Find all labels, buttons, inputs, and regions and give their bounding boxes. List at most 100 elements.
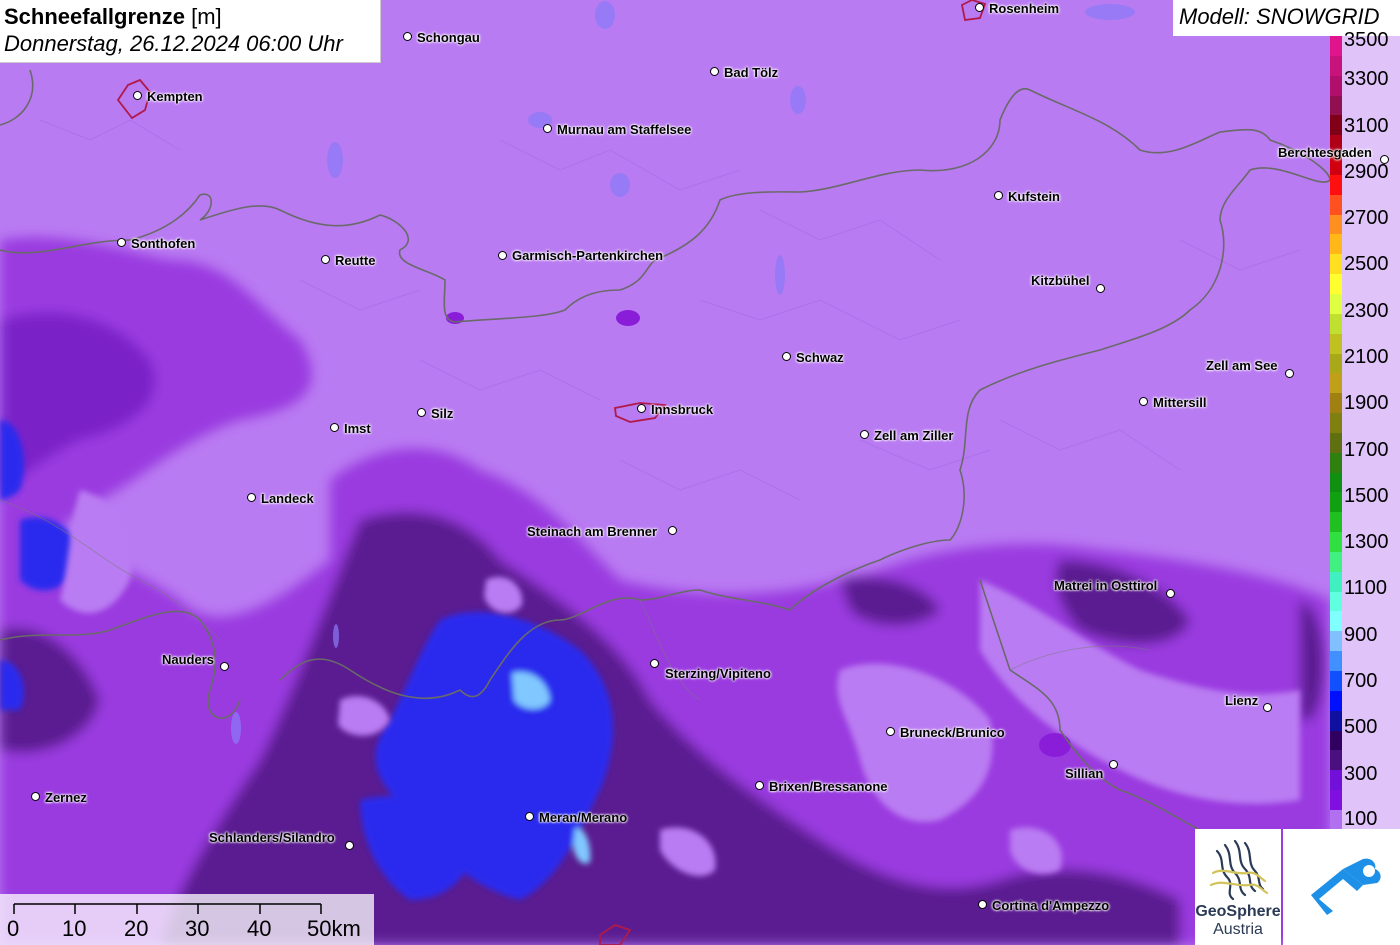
legend-color-step: [1330, 432, 1342, 453]
legend-color-step: [1330, 730, 1342, 751]
scale-label-50km: 50km: [307, 916, 361, 941]
legend-label-2900: 2900: [1344, 161, 1389, 183]
city-marker-icon[interactable]: [975, 3, 984, 12]
city-marker-icon[interactable]: [994, 191, 1003, 200]
map-title: Schneefallgrenze [m]: [4, 4, 222, 29]
scale-label-0: 0: [7, 916, 20, 941]
city-marker-icon[interactable]: [543, 124, 552, 133]
legend-color-step: [1330, 55, 1342, 76]
city-label[interactable]: Imst: [344, 422, 371, 436]
legend-label-100: 100: [1344, 808, 1378, 830]
city-marker-icon[interactable]: [637, 404, 646, 413]
city-marker-icon[interactable]: [117, 238, 126, 247]
legend-label-1100: 1100: [1344, 577, 1388, 599]
legend-label-1300: 1300: [1344, 531, 1389, 553]
city-label[interactable]: Bruneck/Brunico: [900, 726, 1005, 740]
weather-app-logo[interactable]: [1283, 829, 1400, 945]
city-marker-icon[interactable]: [220, 662, 229, 671]
city-marker-icon[interactable]: [417, 408, 426, 417]
legend-color-step: [1330, 611, 1342, 632]
legend-label-1500: 1500: [1344, 485, 1389, 507]
city-marker-icon[interactable]: [1096, 284, 1105, 293]
legend-color-step: [1330, 512, 1342, 533]
city-marker-icon[interactable]: [668, 526, 677, 535]
city-marker-icon[interactable]: [1166, 589, 1175, 598]
city-marker-icon[interactable]: [247, 493, 256, 502]
city-marker-icon[interactable]: [1139, 397, 1148, 406]
city-marker-icon[interactable]: [650, 659, 659, 668]
legend-label-3500: 3500: [1344, 29, 1389, 51]
legend-color-step: [1330, 333, 1342, 354]
city-label[interactable]: Kitzbühel: [1031, 274, 1090, 288]
city-label[interactable]: Garmisch-Partenkirchen: [512, 249, 663, 263]
city-marker-icon[interactable]: [782, 352, 791, 361]
legend-color-step: [1330, 413, 1342, 433]
legend-color-step: [1330, 770, 1342, 791]
snowfall-limit-map[interactable]: [0, 0, 1400, 945]
city-label[interactable]: Lienz: [1225, 694, 1258, 708]
city-marker-icon[interactable]: [321, 255, 330, 264]
scale-label-20: 20: [124, 916, 149, 941]
legend-label-2700: 2700: [1344, 207, 1389, 229]
city-marker-icon[interactable]: [1263, 703, 1272, 712]
city-label[interactable]: Schwaz: [796, 351, 844, 365]
city-label[interactable]: Landeck: [261, 492, 314, 506]
city-label[interactable]: Cortina d'Ampezzo: [992, 899, 1109, 913]
city-marker-icon[interactable]: [710, 67, 719, 76]
city-label[interactable]: Zell am Ziller: [874, 429, 953, 443]
city-marker-icon[interactable]: [1380, 155, 1389, 164]
city-label[interactable]: Steinach am Brenner: [527, 525, 657, 539]
city-label[interactable]: Mittersill: [1153, 396, 1206, 410]
legend-color-step: [1330, 254, 1342, 275]
city-label[interactable]: Nauders: [162, 653, 214, 667]
city-marker-icon[interactable]: [345, 841, 354, 850]
legend-color-step: [1330, 313, 1342, 334]
city-marker-icon[interactable]: [860, 430, 869, 439]
legend-label-2500: 2500: [1344, 253, 1389, 275]
city-label[interactable]: Innsbruck: [651, 403, 713, 417]
city-marker-icon[interactable]: [403, 32, 412, 41]
legend-color-step: [1330, 710, 1342, 731]
city-marker-icon[interactable]: [755, 781, 764, 790]
map-title-box: Schneefallgrenze [m] Donnerstag, 26.12.2…: [0, 0, 381, 63]
city-label[interactable]: Zell am See: [1206, 359, 1278, 373]
city-label[interactable]: Silz: [431, 407, 453, 421]
city-marker-icon[interactable]: [525, 812, 534, 821]
geosphere-logo[interactable]: GeoSphere Austria: [1195, 829, 1281, 945]
snow-house-icon: [1311, 858, 1381, 915]
city-label[interactable]: Zernez: [45, 791, 87, 805]
legend-color-step: [1330, 373, 1342, 394]
scale-bar: 0 10 20 30 40 50km: [0, 894, 374, 945]
city-marker-icon[interactable]: [1285, 369, 1294, 378]
city-label[interactable]: Reutte: [335, 254, 375, 268]
city-label[interactable]: Berchtesgaden: [1278, 146, 1372, 160]
legend-color-step: [1330, 809, 1342, 830]
city-label[interactable]: Murnau am Staffelsee: [557, 123, 691, 137]
city-marker-icon[interactable]: [133, 91, 142, 100]
city-marker-icon[interactable]: [978, 900, 987, 909]
city-marker-icon[interactable]: [886, 727, 895, 736]
legend-label-1900: 1900: [1344, 392, 1389, 414]
legend-color-step: [1330, 393, 1342, 414]
city-label[interactable]: Schlanders/Silandro: [209, 831, 335, 845]
city-label[interactable]: Brixen/Bressanone: [769, 780, 888, 794]
city-label[interactable]: Sillian: [1065, 767, 1103, 781]
legend-color-step: [1330, 472, 1342, 493]
city-label[interactable]: Sterzing/Vipiteno: [665, 667, 771, 681]
city-marker-icon[interactable]: [330, 423, 339, 432]
city-marker-icon[interactable]: [1109, 760, 1118, 769]
city-marker-icon[interactable]: [498, 251, 507, 260]
legend-color-step: [1330, 214, 1342, 235]
city-label[interactable]: Kempten: [147, 90, 203, 104]
city-label[interactable]: Meran/Merano: [539, 811, 627, 825]
city-label[interactable]: Schongau: [417, 31, 480, 45]
city-label[interactable]: Rosenheim: [989, 2, 1059, 16]
city-label[interactable]: Kufstein: [1008, 190, 1060, 204]
city-label[interactable]: Sonthofen: [131, 237, 195, 251]
city-marker-icon[interactable]: [31, 792, 40, 801]
legend-color-step: [1330, 75, 1342, 96]
city-label[interactable]: Bad Tölz: [724, 66, 778, 80]
city-label[interactable]: Matrei in Osttirol: [1054, 579, 1157, 593]
legend-color-step: [1330, 790, 1342, 810]
legend-color-step: [1330, 174, 1342, 195]
